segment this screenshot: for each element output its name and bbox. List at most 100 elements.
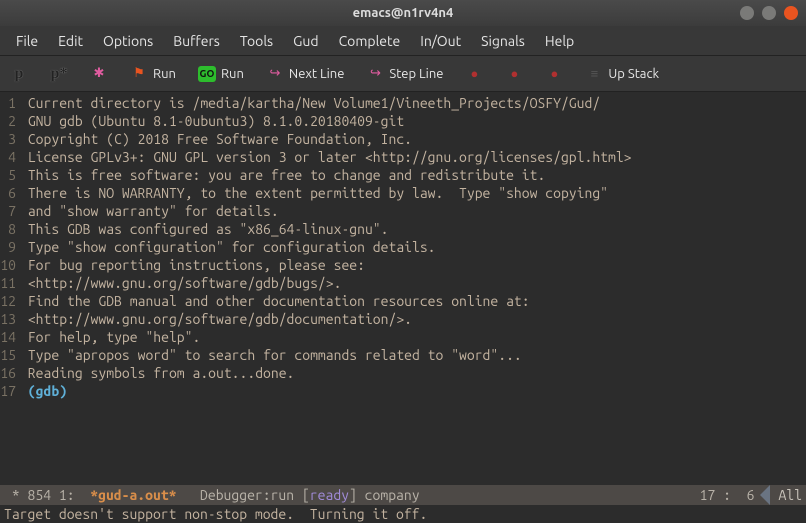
step-line-icon: ↪ — [366, 65, 384, 83]
bp2-button[interactable]: ● — [501, 63, 527, 85]
bp1-icon: ● — [465, 65, 483, 83]
echo-area: Target doesn't support non-stop mode. Tu… — [0, 505, 806, 523]
buffer-line: 4 License GPLv3+: GNU GPL version 3 or l… — [0, 148, 806, 166]
editor-buffer[interactable]: 1 Current directory is /media/kartha/New… — [0, 92, 806, 485]
line-number: 10 — [0, 256, 20, 274]
menu-edit[interactable]: Edit — [48, 29, 93, 53]
line-text: Type "show configuration" for configurat… — [20, 238, 436, 256]
buffer-line: 15 Type "apropos word" to search for com… — [0, 346, 806, 364]
status-bar: * 854 1: *gud-a.out* Debugger:run [ read… — [0, 485, 806, 505]
break-p-icon: p — [10, 65, 28, 83]
line-text: For bug reporting instructions, please s… — [20, 256, 365, 274]
minimize-icon[interactable] — [740, 6, 754, 20]
break-pstar-icon: p* — [50, 65, 68, 83]
buffer-line: 1 Current directory is /media/kartha/New… — [0, 94, 806, 112]
menu-options[interactable]: Options — [93, 29, 163, 53]
line-text: For help, type "help". — [20, 328, 200, 346]
run-flag-label: Run — [153, 67, 176, 81]
next-line-label: Next Line — [289, 67, 344, 81]
buffer-line: 16 Reading symbols from a.out...done. — [0, 364, 806, 382]
run-go-icon: GO — [198, 66, 216, 82]
buffer-line: 9 Type "show configuration" for configur… — [0, 238, 806, 256]
buffer-line: 5 This is free software: you are free to… — [0, 166, 806, 184]
line-number: 9 — [0, 238, 20, 256]
menu-buffers[interactable]: Buffers — [163, 29, 230, 53]
sb-colpos: 1: — [51, 487, 90, 503]
buffer-line: 3 Copyright (C) 2018 Free Software Found… — [0, 130, 806, 148]
buffer-line: 10 For bug reporting instructions, pleas… — [0, 256, 806, 274]
buffer-line: 11 <http://www.gnu.org/software/gdb/bugs… — [0, 274, 806, 292]
buffer-line: 14 For help, type "help". — [0, 328, 806, 346]
run-go-button[interactable]: GO Run — [194, 64, 248, 84]
bug-icon-icon: ✱ — [90, 65, 108, 83]
menu-inout[interactable]: In/Out — [410, 29, 471, 53]
menubar: FileEditOptionsBuffersToolsGudCompleteIn… — [0, 26, 806, 56]
sb-size: 854 — [28, 487, 52, 503]
line-text: Reading symbols from a.out...done. — [20, 364, 294, 382]
sb-buffer-name: *gud-a.out* — [90, 487, 176, 503]
menu-help[interactable]: Help — [535, 29, 584, 53]
line-text: There is NO WARRANTY, to the extent perm… — [20, 184, 608, 202]
line-number: 12 — [0, 292, 20, 310]
line-number: 3 — [0, 130, 20, 148]
buffer-line: 2 GNU gdb (Ubuntu 8.1-0ubuntu3) 8.1.0.20… — [0, 112, 806, 130]
buffer-line: 8 This GDB was configured as "x86_64-lin… — [0, 220, 806, 238]
buffer-line: 7 and "show warranty" for details. — [0, 202, 806, 220]
bp1-button[interactable]: ● — [461, 63, 487, 85]
menu-complete[interactable]: Complete — [329, 29, 411, 53]
line-number: 13 — [0, 310, 20, 328]
window-controls — [740, 6, 798, 20]
line-text: Find the GDB manual and other documentat… — [20, 292, 530, 310]
line-text: Copyright (C) 2018 Free Software Foundat… — [20, 130, 412, 148]
window-title: emacs@n1rv4n4 — [353, 6, 454, 20]
sb-right: 17 : 6 All — [700, 485, 802, 505]
line-text: Type "apropos word" to search for comman… — [20, 346, 522, 364]
next-line-button[interactable]: ↪ Next Line — [262, 63, 348, 85]
line-number: 4 — [0, 148, 20, 166]
line-number: 15 — [0, 346, 20, 364]
line-text: Current directory is /media/kartha/New V… — [20, 94, 600, 112]
break-p-button[interactable]: p — [6, 63, 32, 85]
line-text: <http://www.gnu.org/software/gdb/bugs/>. — [20, 274, 341, 292]
buffer-line: 12 Find the GDB manual and other documen… — [0, 292, 806, 310]
line-number: 6 — [0, 184, 20, 202]
line-number: 2 — [0, 112, 20, 130]
bug-icon-button[interactable]: ✱ — [86, 63, 112, 85]
titlebar: emacs@n1rv4n4 — [0, 0, 806, 26]
run-flag-button[interactable]: ⚑ Run — [126, 63, 180, 85]
sb-mode-suffix: ] company — [349, 487, 420, 503]
up-stack-label: Up Stack — [608, 67, 659, 81]
line-number: 14 — [0, 328, 20, 346]
buffer-line: 6 There is NO WARRANTY, to the extent pe… — [0, 184, 806, 202]
break-pstar-button[interactable]: p* — [46, 63, 72, 85]
sb-cursor: 17 : 6 — [700, 487, 755, 503]
close-icon[interactable] — [784, 6, 798, 20]
line-number: 1 — [0, 94, 20, 112]
chevron-left-icon — [760, 485, 770, 505]
menu-file[interactable]: File — [6, 29, 48, 53]
run-go-label: Run — [221, 67, 244, 81]
next-line-icon: ↪ — [266, 65, 284, 83]
line-number: 8 — [0, 220, 20, 238]
maximize-icon[interactable] — [762, 6, 776, 20]
sb-scroll: All — [772, 487, 802, 503]
menu-tools[interactable]: Tools — [230, 29, 283, 53]
step-line-button[interactable]: ↪ Step Line — [362, 63, 447, 85]
sb-modified: * — [4, 487, 28, 503]
gdb-prompt[interactable]: (gdb) — [20, 382, 75, 400]
buffer-line: 13 <http://www.gnu.org/software/gdb/docu… — [0, 310, 806, 328]
line-text: GNU gdb (Ubuntu 8.1-0ubuntu3) 8.1.0.2018… — [20, 112, 404, 130]
sb-mode-prefix: Debugger:run [ — [177, 487, 310, 503]
toolbar: p p* ✱ ⚑ Run GO Run ↪ Next Line ↪ Step Line ● ● ● ≡Up … — [0, 56, 806, 92]
bp3-icon: ● — [545, 65, 563, 83]
line-text: This is free software: you are free to c… — [20, 166, 545, 184]
menu-gud[interactable]: Gud — [283, 29, 328, 53]
up-stack-button[interactable]: ≡Up Stack — [581, 63, 663, 85]
bp2-icon: ● — [505, 65, 523, 83]
line-text: <http://www.gnu.org/software/gdb/documen… — [20, 310, 412, 328]
bp3-button[interactable]: ● — [541, 63, 567, 85]
menu-signals[interactable]: Signals — [471, 29, 535, 53]
step-line-label: Step Line — [389, 67, 443, 81]
run-flag-icon: ⚑ — [130, 65, 148, 83]
line-number: 7 — [0, 202, 20, 220]
